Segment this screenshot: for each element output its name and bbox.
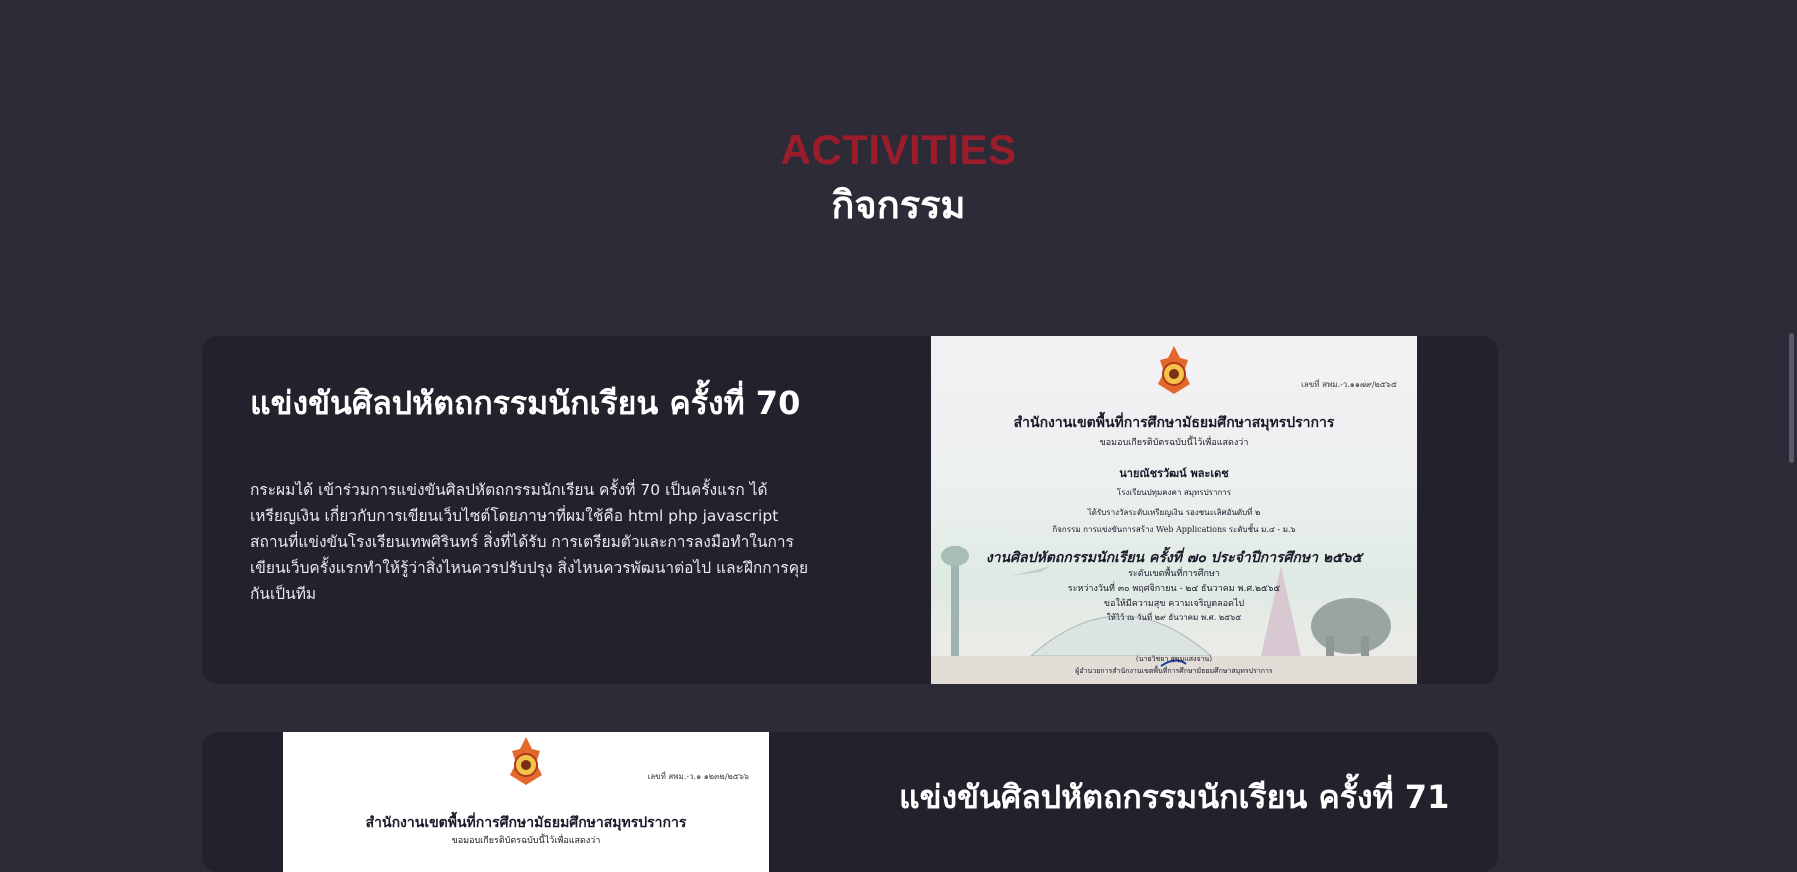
page-scrollbar[interactable] [1783,0,1797,858]
certificate-school: โรงเรียนปทุมคงคา สมุทรปราการ [1116,488,1232,497]
certificate-org: สำนักงานเขตพื้นที่การศึกษามัธยมศึกษาสมุท… [1013,415,1335,431]
section-header: ACTIVITIES กิจกรรม [0,126,1797,230]
obec-seal-logo [510,737,542,785]
section-eyebrow: ACTIVITIES [780,126,1017,173]
certificate-recipient: นายณัชรวัฒน์ พละเดช [1119,467,1229,480]
activity-description: กระผมได้ เข้าร่วมการแข่งขันศิลปหัตถกรรมน… [250,481,809,603]
certificate-image: เลขที่ สพม.-ว.๑ ๑๒๓๒/๒๕๖๖ สำนักงานเขตพื้… [283,732,769,872]
certificate-intro: ขอมอบเกียรติบัตรฉบับนี้ไว้เพื่อแสดงว่า [1099,438,1249,448]
certificate-signer-title: ผู้อำนวยการสำนักงานเขตพื้นที่การศึกษามัธ… [1075,667,1273,675]
certificate-number: เลขที่ สพม.-ว.๑ ๑๒๓๒/๒๕๖๖ [647,772,749,781]
obec-seal-logo [1158,346,1190,394]
section-title: กิจกรรม [831,183,966,227]
certificate-wish: ขอให้มีความสุข ความเจริญตลอดไป [1103,599,1245,609]
certificate-number: เลขที่ สพม.-ว.๑๑๗๙/๒๕๖๕ [1301,380,1397,389]
activity-card: แข่งขันศิลปหัตถกรรมนักเรียน ครั้งที่ 70 … [202,336,1498,684]
certificate-dates: ระหว่างวันที่ ๓๐ พฤศจิกายน - ๒๔ ธันวาคม … [1067,584,1281,594]
certificate-level: ระดับเขตพื้นที่การศึกษา [1128,569,1220,579]
certificate-org: สำนักงานเขตพื้นที่การศึกษามัธยมศึกษาสมุท… [365,815,687,831]
certificate-award: ได้รับรางวัลระดับเหรียญเงิน รองชนะเลิศอั… [1087,508,1261,517]
activity-card: เลขที่ สพม.-ว.๑ ๑๒๓๒/๒๕๖๖ สำนักงานเขตพื้… [202,732,1498,872]
activity-title: แข่งขันศิลปหัตถกรรมนักเรียน ครั้งที่ 70 [250,384,801,422]
certificate-activity: กิจกรรม การแข่งขันการสร้าง Web Applicati… [1052,525,1296,534]
activity-title: แข่งขันศิลปหัตถกรรมนักเรียน ครั้งที่ 71 [899,778,1450,816]
certificate-intro: ขอมอบเกียรติบัตรฉบับนี้ไว้เพื่อแสดงว่า [451,836,601,846]
certificate-image: เลขที่ สพม.-ว.๑๑๗๙/๒๕๖๕ สำนักงานเขตพื้นท… [931,336,1417,684]
certificate-given-date: ให้ไว้ ณ วันที่ ๒๙ ธันวาคม พ.ศ. ๒๕๖๕ [1106,613,1242,622]
certificate-signer: (นายวิชยา สุขุมแสงจาน) [1136,655,1212,663]
scrollbar-thumb[interactable] [1789,333,1794,463]
